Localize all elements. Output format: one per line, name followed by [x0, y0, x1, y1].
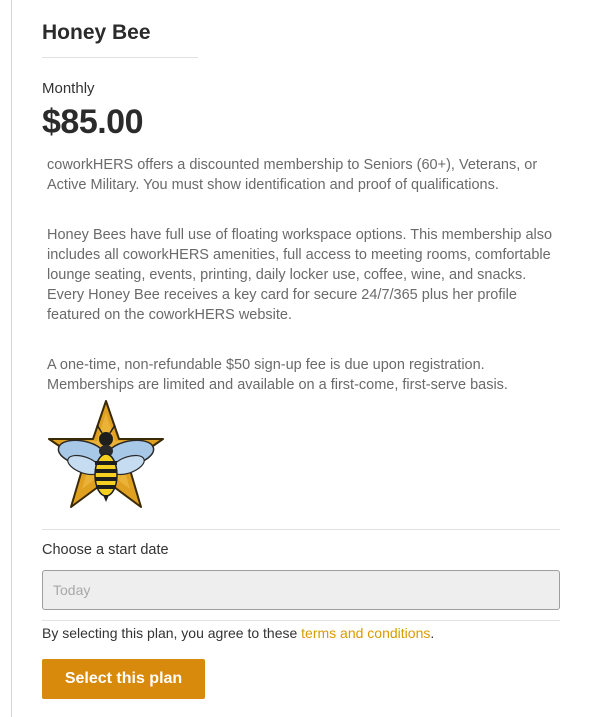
terms-agreement-suffix: .	[430, 625, 435, 641]
title-divider	[42, 57, 198, 58]
section-divider	[42, 529, 560, 530]
terms-agreement-prefix: By selecting this plan, you agree to the…	[42, 625, 302, 641]
plan-description-fees: A one-time, non-refundable $50 sign-up f…	[47, 357, 508, 393]
terms-and-conditions-link[interactable]: terms and conditions	[301, 625, 430, 641]
panel-left-border	[11, 0, 12, 717]
select-plan-button[interactable]: Select this plan	[42, 659, 205, 699]
honey-bee-star-icon	[48, 400, 164, 508]
start-date-label: Choose a start date	[42, 542, 169, 558]
plan-description-eligibility: coworkHERS offers a discounted membershi…	[47, 157, 538, 193]
plan-title: Honey Bee	[42, 21, 151, 44]
plan-price: $85.00	[42, 103, 144, 141]
start-date-input[interactable]	[42, 570, 560, 610]
terms-agreement-text: By selecting this plan, you agree to the…	[42, 625, 434, 641]
billing-period: Monthly	[42, 80, 95, 97]
section-divider	[42, 620, 560, 621]
plan-description-benefits: Honey Bees have full use of floating wor…	[47, 227, 553, 323]
